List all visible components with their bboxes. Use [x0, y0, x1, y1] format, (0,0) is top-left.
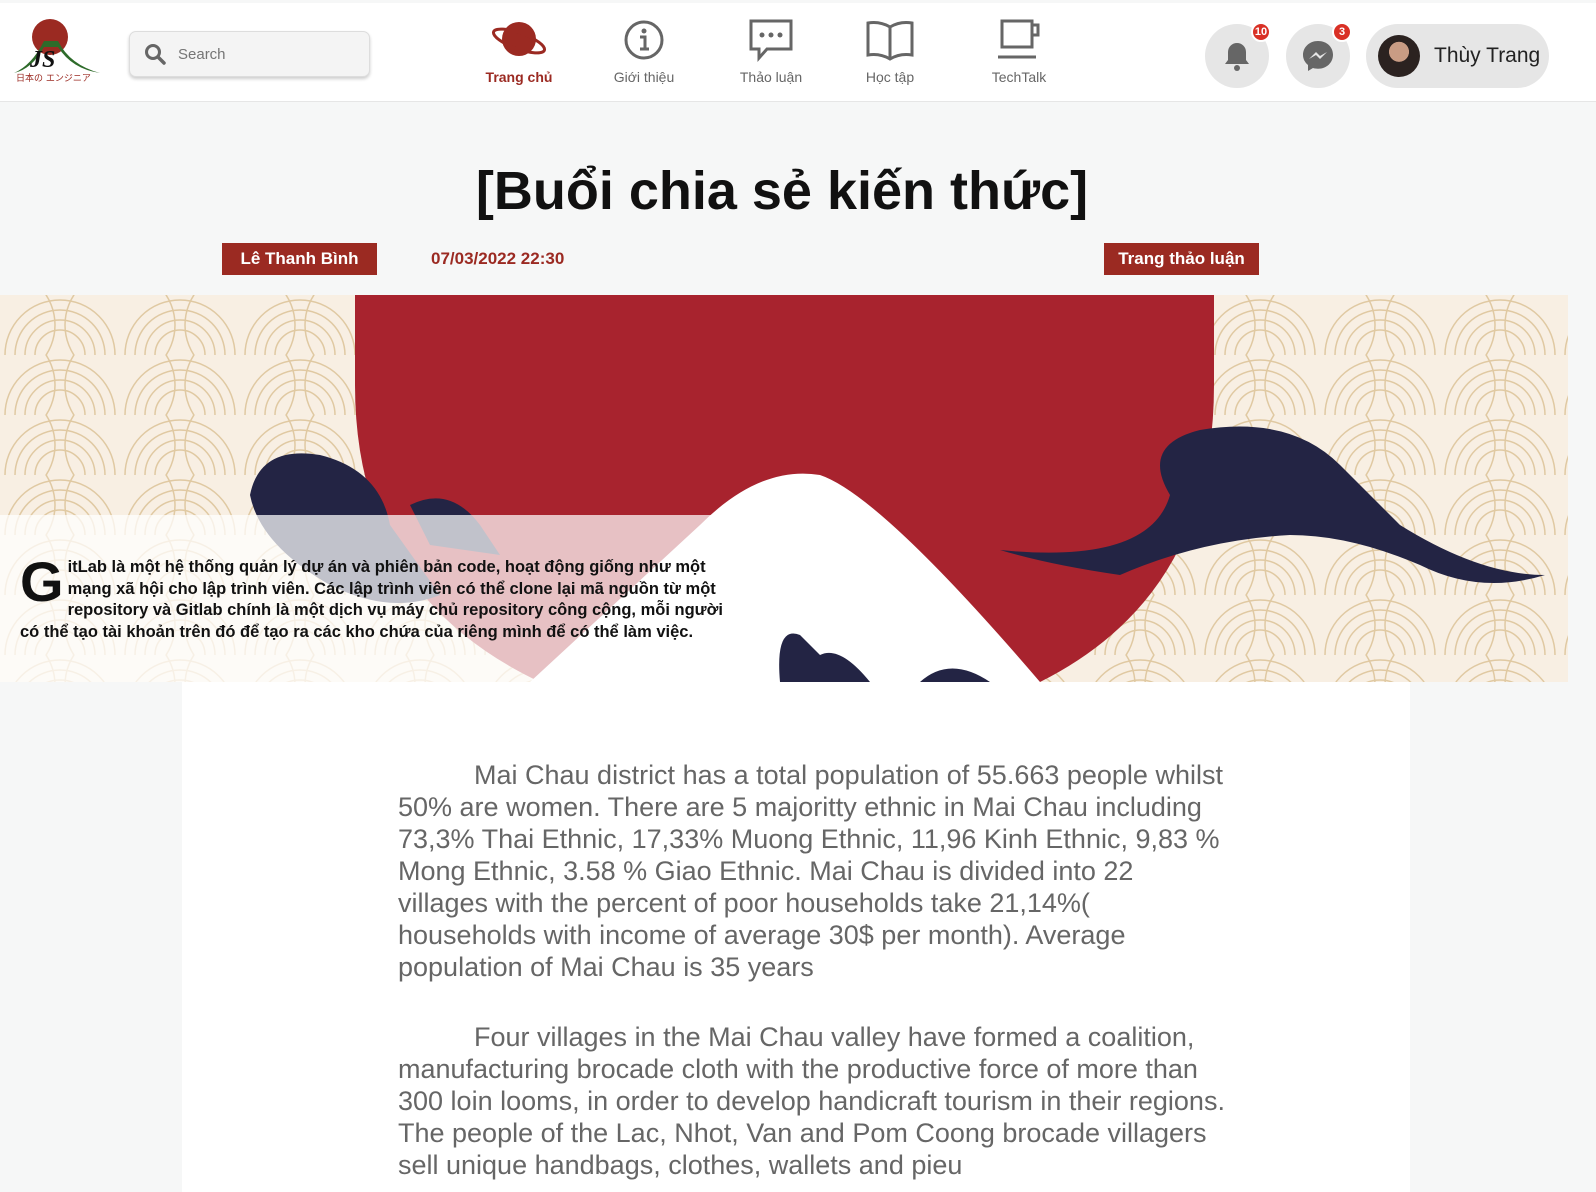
nav-discussion[interactable]: Thảo luận	[716, 17, 826, 85]
search-input[interactable]	[178, 45, 358, 63]
intro-text: itLab là một hệ thống quản lý dự án và p…	[20, 558, 723, 641]
bell-icon	[1225, 43, 1249, 71]
book-icon	[866, 21, 914, 61]
post-datetime: 07/03/2022 22:30	[431, 249, 565, 268]
site-logo[interactable]: JS 日本の エンジニア	[12, 17, 104, 87]
planet-icon	[491, 22, 547, 56]
nav-learning[interactable]: Học tập	[835, 17, 945, 85]
user-menu[interactable]: Thùy Trang	[1366, 24, 1549, 88]
notifications-button[interactable]: 10	[1205, 22, 1271, 88]
nav-label: TechTalk	[991, 69, 1047, 85]
paragraph: Four villages in the Mai Chau valley hav…	[398, 1022, 1225, 1180]
avatar	[1378, 35, 1420, 77]
nav-home[interactable]: Trang chủ	[464, 17, 574, 85]
top-nav-bar: JS 日本の エンジニア Trang chủ Giới thiệu Thảo l…	[0, 3, 1596, 102]
svg-text:日本の エンジニア: 日本の エンジニア	[16, 72, 91, 84]
cup-icon	[998, 19, 1040, 59]
post-intro: GitLab là một hệ thống quản lý dự án và …	[20, 550, 740, 643]
nav-label: Thảo luận	[739, 69, 803, 85]
nav-about[interactable]: Giới thiệu	[589, 17, 699, 85]
author-tag[interactable]: Lê Thanh Bình	[222, 243, 377, 275]
category-tag[interactable]: Trang thảo luận	[1104, 243, 1259, 275]
nav-techtalk[interactable]: TechTalk	[964, 17, 1074, 85]
drop-cap: G	[20, 550, 64, 613]
message-count-badge: 3	[1332, 22, 1352, 42]
nav-label: Giới thiệu	[613, 69, 675, 85]
messages-button[interactable]: 3	[1286, 22, 1352, 88]
post-title: [Buổi chia sẻ kiến thức]	[475, 161, 1089, 221]
paragraph: Mai Chau district has a total population…	[398, 760, 1223, 982]
search-box[interactable]	[129, 31, 370, 77]
notification-count-badge: 10	[1251, 22, 1271, 42]
nav-label: Trang chủ	[485, 69, 553, 85]
search-icon	[145, 44, 166, 65]
post-content: Mai Chau district has a total population…	[182, 682, 1410, 1192]
svg-text:JS: JS	[29, 47, 55, 73]
chat-icon	[749, 19, 793, 62]
user-name: Thùy Trang	[1434, 44, 1541, 67]
messenger-icon	[1303, 41, 1333, 71]
nav-label: Học tập	[865, 69, 915, 85]
info-icon	[624, 20, 664, 60]
